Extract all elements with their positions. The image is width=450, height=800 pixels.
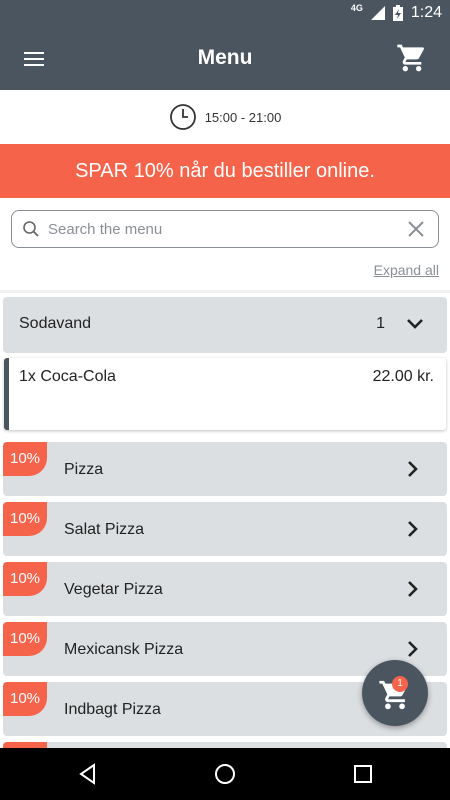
back-icon[interactable]	[76, 762, 100, 786]
search-icon	[23, 221, 39, 237]
category-vegetar-pizza[interactable]: 10% Vegetar Pizza	[3, 562, 447, 616]
status-time: 1:24	[410, 4, 442, 21]
cart-icon[interactable]	[396, 42, 428, 74]
category-label: Indbagt Pizza	[64, 701, 161, 718]
category-item-count: 1	[376, 315, 385, 332]
discount-badge: 10%	[3, 562, 47, 596]
discount-badge: 10%	[3, 682, 47, 716]
network-4g-icon: 4G	[350, 3, 363, 13]
item-price: 22.00 kr.	[372, 368, 434, 385]
home-icon[interactable]	[213, 762, 237, 786]
status-icons: 4G 1:24	[350, 3, 442, 22]
promo-banner: SPAR 10% når du bestiller online.	[0, 144, 450, 198]
category-label: Sodavand	[19, 315, 92, 332]
page-title: Menu	[197, 46, 253, 69]
close-icon[interactable]	[406, 219, 426, 239]
system-nav-bar	[0, 748, 450, 800]
status-bar: 4G 1:24	[0, 0, 450, 28]
category-label: Vegetar Pizza	[64, 581, 163, 598]
discount-badge: 10%	[3, 502, 47, 536]
expand-all-link[interactable]: Expand all	[374, 262, 439, 278]
item-name: 1x Coca-Cola	[19, 368, 116, 385]
opening-hours: 15:00 - 21:00	[0, 90, 450, 144]
chevron-down-icon[interactable]	[405, 314, 425, 334]
search-box	[11, 210, 439, 248]
discount-badge: 10%	[3, 442, 47, 476]
category-salat-pizza[interactable]: 10% Salat Pizza	[3, 502, 447, 556]
divider	[0, 290, 450, 293]
chevron-right-icon	[408, 521, 418, 537]
category-label: Mexicansk Pizza	[64, 641, 184, 658]
category-sodavand[interactable]: Sodavand 1	[3, 297, 447, 353]
hours-text: 15:00 - 21:00	[204, 109, 282, 125]
search-input[interactable]	[48, 220, 406, 238]
cart-count-badge: 1	[392, 676, 408, 692]
recents-icon[interactable]	[351, 762, 375, 786]
floating-cart-button[interactable]: 1	[362, 660, 428, 726]
chevron-right-icon	[408, 461, 418, 477]
discount-badge: 10%	[3, 622, 47, 656]
signal-icon	[370, 6, 385, 20]
category-pizza[interactable]: 10% Pizza	[3, 442, 447, 496]
chevron-right-icon	[408, 581, 418, 597]
clock-icon	[169, 104, 196, 130]
battery-icon	[392, 5, 403, 21]
app-bar: Menu	[0, 28, 450, 90]
category-label: Salat Pizza	[64, 521, 145, 538]
chevron-right-icon	[408, 641, 418, 657]
category-label: Pizza	[64, 461, 104, 478]
order-item[interactable]: 1x Coca-Cola 22.00 kr.	[4, 358, 446, 430]
